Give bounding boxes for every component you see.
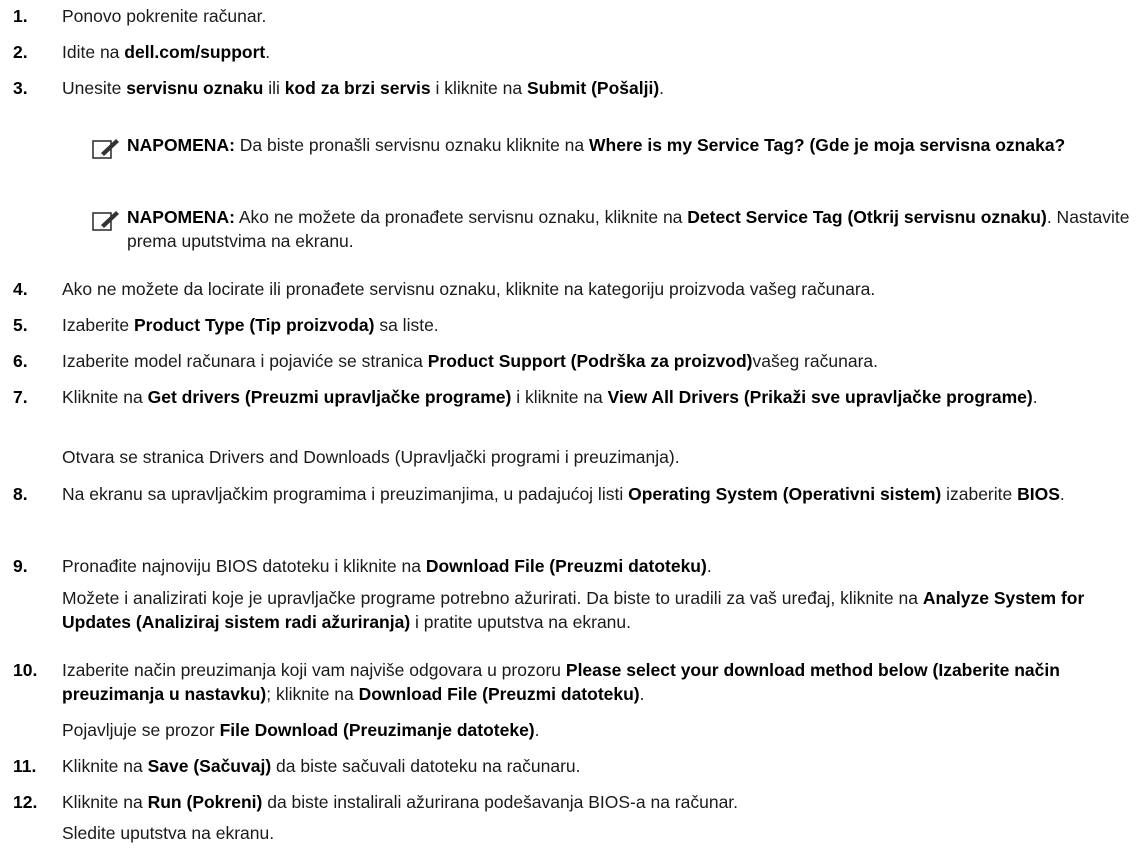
step-number: 2. — [13, 42, 28, 62]
step-number: 6. — [13, 351, 28, 371]
step-subtext: Sledite uputstva na ekranu. — [62, 823, 275, 843]
step-number: 9. — [13, 556, 28, 576]
step-number: 1. — [13, 6, 28, 26]
note-text: NAPOMENA: Da biste pronašli servisnu ozn… — [127, 135, 1066, 155]
step-text: Izaberite način preuzimanja koji vam naj… — [62, 660, 1060, 704]
document-page: 1. Ponovo pokrenite računar. 2. Idite na… — [0, 0, 1143, 868]
step-number: 10. — [13, 660, 38, 680]
step-number: 12. — [13, 792, 38, 812]
step-number: 11. — [13, 756, 37, 776]
step-number: 3. — [13, 78, 28, 98]
pencil-note-icon — [92, 139, 119, 159]
step-text: Ako ne možete da locirate ili pronađete … — [62, 279, 876, 299]
step-text: Izaberite Product Type (Tip proizvoda) s… — [62, 315, 439, 335]
step-subtext: Otvara se stranica Drivers and Downloads… — [62, 447, 680, 467]
step-text: Izaberite model računara i pojaviće se s… — [62, 351, 878, 371]
step-subtext: Pojavljuje se prozor File Download (Preu… — [62, 720, 540, 740]
step-number: 8. — [13, 484, 28, 504]
step-text: Ponovo pokrenite računar. — [62, 6, 267, 26]
step-subtext: Možete i analizirati koje je upravljačke… — [62, 588, 1085, 632]
pencil-note-icon — [92, 211, 119, 231]
step-text: Pronađite najnoviju BIOS datoteku i klik… — [62, 556, 712, 576]
step-text: Kliknite na Run (Pokreni) da biste insta… — [62, 792, 739, 812]
step-text: Idite na dell.com/support. — [62, 42, 271, 62]
step-number: 5. — [13, 315, 28, 335]
step-text: Kliknite na Save (Sačuvaj) da biste saču… — [62, 756, 581, 776]
step-text: Na ekranu sa upravljačkim programima i p… — [62, 484, 1065, 504]
step-number: 7. — [13, 387, 28, 407]
step-text: Unesite servisnu oznaku ili kod za brzi … — [62, 78, 665, 98]
step-number: 4. — [13, 279, 28, 299]
note-text: NAPOMENA: Ako ne možete da pronađete ser… — [127, 207, 1130, 251]
step-text: Kliknite na Get drivers (Preuzmi upravlj… — [62, 387, 1038, 407]
